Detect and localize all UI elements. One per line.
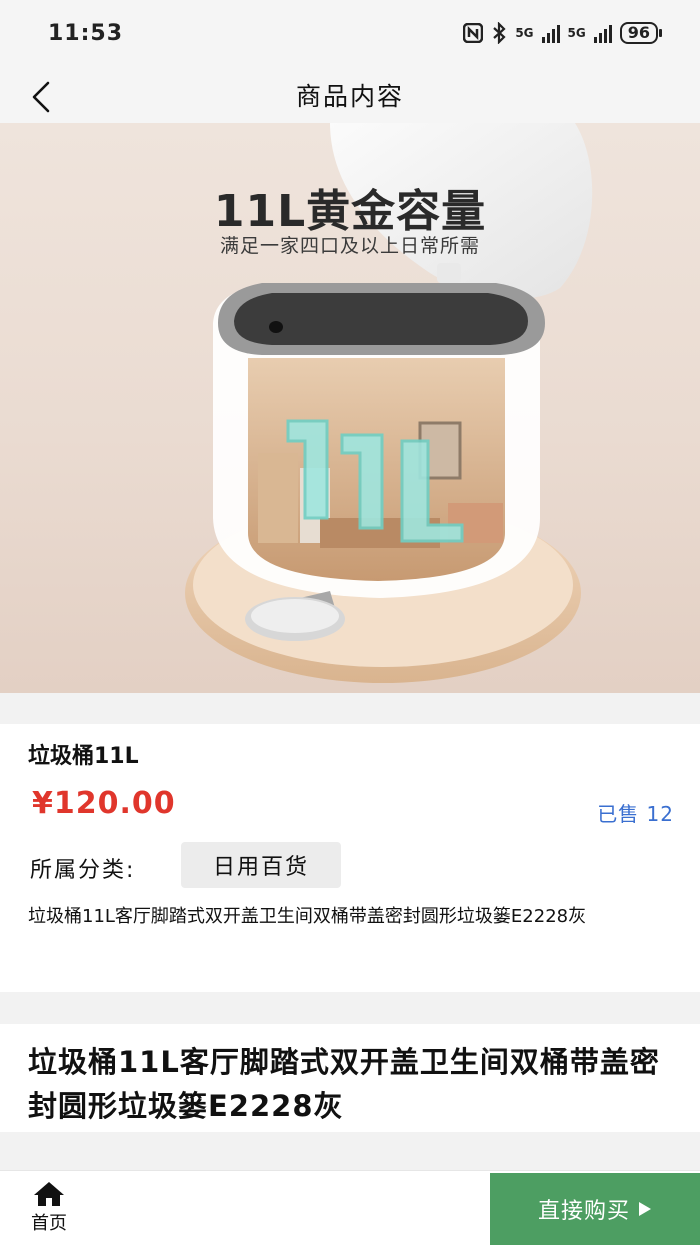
category-label: 所属分类: (30, 858, 136, 883)
home-icon (34, 1182, 64, 1206)
bluetooth-icon (493, 22, 506, 44)
status-bar: 11:53 5G 5G 96 (0, 0, 700, 66)
home-tab[interactable]: 首页 (26, 1181, 72, 1237)
product-info-card: 垃圾桶11L ¥120.00 已售 12 所属分类: 日用百货 垃圾桶11L客厅… (0, 724, 700, 992)
nfc-icon (463, 23, 484, 43)
category-tag: 日用百货 (181, 842, 341, 888)
detail-section: 垃圾桶11L客厅脚踏式双开盖卫生间双桶带盖密封圆形垃圾篓E2228灰 (0, 1024, 700, 1132)
product-price: ¥120.00 (32, 786, 176, 821)
buy-now-button[interactable]: 直接购买 (490, 1173, 700, 1245)
buy-now-label: 直接购买 (537, 1199, 630, 1224)
back-button[interactable] (28, 74, 68, 114)
page-title: 商品内容 (295, 81, 404, 111)
play-arrow-icon (639, 1202, 651, 1216)
detail-title: 垃圾桶11L客厅脚踏式双开盖卫生间双桶带盖密封圆形垃圾篓E2228灰 (28, 1045, 660, 1123)
bottom-action-bar: 首页 直接购买 (0, 1170, 700, 1245)
status-icons: 5G 5G 96 (463, 22, 663, 44)
product-image-carousel[interactable]: 11L黄金容量 满足一家四口及以上日常所需 (0, 123, 700, 693)
network-label-1: 5G (515, 26, 534, 40)
battery-indicator: 96 (619, 22, 663, 44)
network-label-2: 5G (567, 26, 586, 40)
chevron-left-icon (32, 81, 50, 113)
home-tab-label: 首页 (31, 1213, 67, 1234)
product-description: 垃圾桶11L客厅脚踏式双开盖卫生间双桶带盖密封圆形垃圾篓E2228灰 (28, 906, 587, 927)
banner-headline: 11L黄金容量 (213, 186, 487, 237)
nav-bar: 商品内容 (0, 66, 700, 123)
banner-subline: 满足一家四口及以上日常所需 (219, 235, 480, 257)
sold-count: 已售 12 (597, 802, 674, 826)
status-time: 11:53 (48, 20, 124, 46)
signal-icon-1 (541, 23, 560, 43)
signal-icon-2 (593, 23, 612, 43)
product-name: 垃圾桶11L (28, 744, 139, 769)
